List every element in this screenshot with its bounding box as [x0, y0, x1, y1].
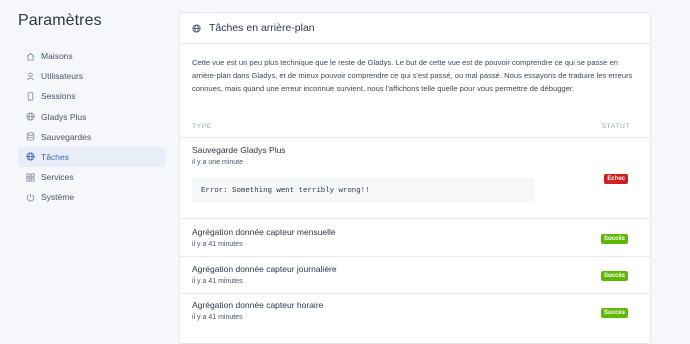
table-row: Agrégation donnée capteur horaire il y a… [180, 294, 650, 334]
sidebar-item-maisons[interactable]: Maisons [18, 46, 165, 66]
column-header-type: TYPE [192, 123, 212, 130]
job-time: il y a 41 minutes [192, 241, 243, 248]
table-row: Agrégation donnée capteur journalière il… [180, 257, 650, 294]
card-title: Tâches en arrière-plan [209, 22, 315, 34]
job-name: Agrégation donnée capteur journalière [192, 264, 337, 274]
sidebar-item-taches[interactable]: Tâches [18, 146, 165, 167]
sidebar-item-label: Utilisateurs [41, 71, 84, 82]
table-row: Agrégation donnée capteur mensuelle il y… [180, 219, 650, 257]
sidebar-item-sessions[interactable]: Sessions [18, 86, 165, 106]
sidebar-item-label: Système [41, 192, 75, 203]
job-time: il y a 41 minutes [192, 278, 243, 285]
status-badge: Succès [600, 308, 628, 318]
sidebar-item-label: Sauvegardes [41, 131, 92, 142]
settings-nav: Maisons Utilisateurs Sessions Gladys Plu… [18, 46, 165, 208]
job-name: Agrégation donnée capteur horaire [192, 300, 324, 310]
table-header: TYPE STATUT [180, 121, 650, 138]
settings-sidebar: Paramètres Maisons Utilisateurs Sessions… [0, 0, 170, 328]
error-message: Error: Something went terribly wrong!! [192, 178, 535, 203]
sidebar-item-label: Gladys Plus [41, 111, 87, 122]
globe-icon [26, 112, 35, 121]
sidebar-item-gladys-plus[interactable]: Gladys Plus [18, 107, 165, 127]
job-name: Agrégation donnée capteur mensuelle [192, 227, 336, 237]
status-badge: Succès [600, 271, 628, 281]
sidebar-title: Paramètres [18, 12, 102, 29]
card-header: Tâches en arrière-plan [180, 13, 650, 44]
sidebar-item-label: Tâches [41, 151, 69, 162]
database-icon [26, 132, 35, 141]
job-name: Sauvegarde Gladys Plus [192, 145, 286, 155]
job-time: il y a 41 minutes [192, 314, 243, 321]
sidebar-item-services[interactable]: Services [18, 167, 165, 187]
grid-icon [26, 173, 35, 182]
tasks-card: Tâches en arrière-plan Cette vue est un … [179, 12, 651, 344]
sidebar-item-label: Sessions [41, 91, 76, 102]
table-row: Sauvegarde Gladys Plus il y a une minute… [180, 138, 650, 219]
sidebar-item-label: Services [41, 172, 74, 183]
user-icon [26, 72, 35, 81]
globe-icon [192, 23, 201, 33]
sidebar-item-utilisateurs[interactable]: Utilisateurs [18, 66, 165, 86]
column-header-status: STATUT [601, 123, 630, 130]
home-icon [26, 52, 35, 61]
status-badge: Succès [600, 234, 628, 244]
sidebar-item-systeme[interactable]: Système [18, 187, 165, 207]
phone-icon [26, 92, 35, 101]
card-description: Cette vue est un peu plus technique que … [192, 58, 633, 93]
power-icon [26, 193, 35, 202]
status-badge: Echec [604, 174, 628, 184]
job-time: il y a une minute [192, 159, 243, 166]
globe-icon [26, 152, 35, 161]
sidebar-item-label: Maisons [41, 51, 73, 61]
sidebar-item-sauvegardes[interactable]: Sauvegardes [18, 127, 165, 147]
